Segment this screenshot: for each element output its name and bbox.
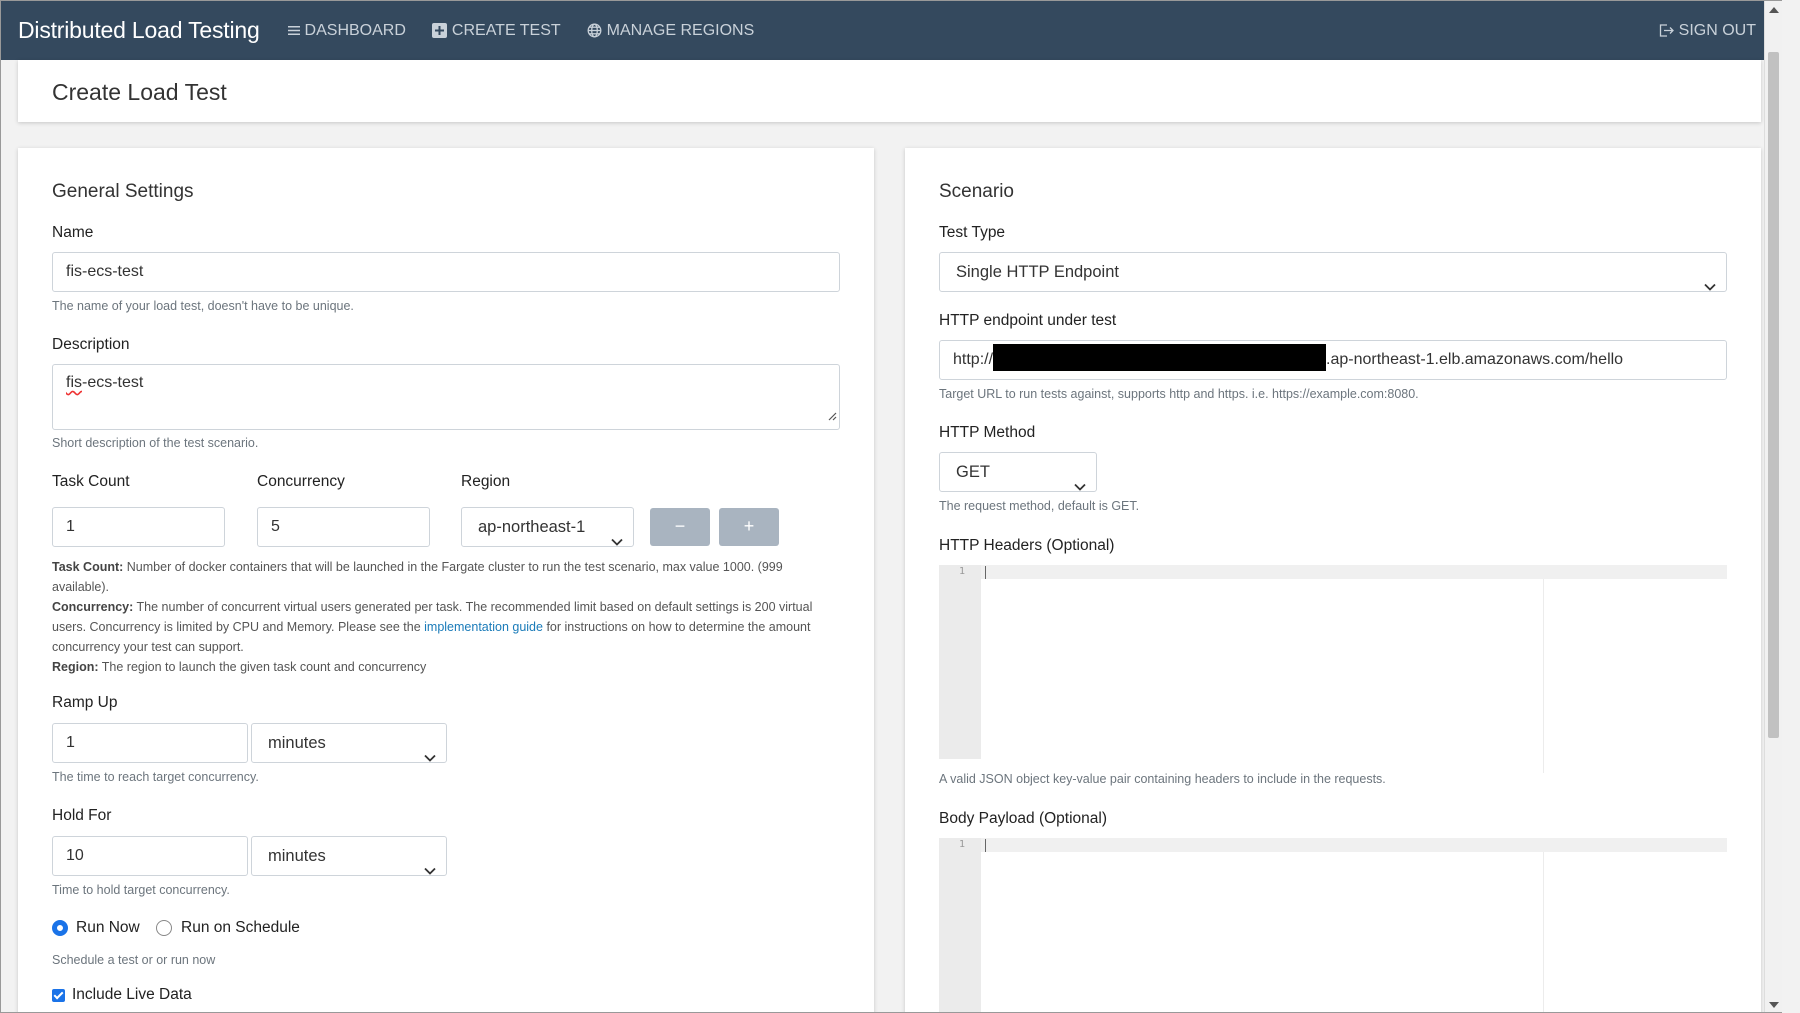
nav-sign-out-label: SIGN OUT [1678, 21, 1756, 39]
chevron-down-icon [424, 851, 436, 889]
print-margin [1543, 579, 1544, 773]
page-title: Create Load Test [52, 79, 227, 105]
region-select[interactable]: ap-northeast-1 [461, 507, 634, 547]
ramp-up-unit-select[interactable]: minutes [251, 723, 447, 763]
hold-for-label: Hold For [52, 807, 112, 824]
include-live-data-label[interactable]: Include Live Data [72, 986, 192, 1004]
globe-icon [587, 23, 602, 38]
sign-out-icon [1659, 24, 1674, 37]
description-text: -ecs-test [82, 374, 144, 391]
endpoint-suffix: .ap-northeast-1.elb.amazonaws.com/hello [1326, 351, 1624, 368]
general-settings-card: General Settings Name fis-ecs-test The n… [18, 148, 874, 1012]
concurrency-input[interactable]: 5 [257, 507, 430, 547]
body-payload-label: Body Payload (Optional) [939, 810, 1108, 827]
redacted-hostname [993, 344, 1327, 372]
settings-help-block: Task Count: Number of docker containers … [52, 557, 842, 677]
name-label: Name [52, 224, 94, 241]
scroll-up-icon[interactable] [1769, 7, 1779, 13]
test-type-label: Test Type [939, 224, 1006, 241]
chevron-down-icon [1704, 267, 1716, 305]
concurrency-help-title: Concurrency: [52, 600, 134, 614]
http-method-select[interactable]: GET [939, 452, 1097, 492]
endpoint-prefix: http:// [953, 351, 994, 368]
chevron-down-icon [424, 738, 436, 776]
text-cursor [985, 566, 986, 579]
task-count-help: Number of docker containers that will be… [52, 560, 783, 594]
run-now-radio[interactable] [52, 920, 68, 936]
name-input[interactable]: fis-ecs-test [52, 252, 840, 292]
endpoint-input[interactable]: http:// .ap-northeast-1.elb.amazonaws.com… [939, 340, 1727, 380]
scenario-heading: Scenario [939, 181, 1014, 202]
brand-title[interactable]: Distributed Load Testing [18, 17, 260, 44]
active-line-highlight [939, 838, 1727, 852]
text-cursor [985, 839, 986, 852]
nav-dashboard[interactable]: DASHBOARD [287, 21, 406, 40]
test-type-value: Single HTTP Endpoint [956, 263, 1119, 281]
task-count-help-title: Task Count: [52, 560, 124, 574]
print-margin [1543, 852, 1544, 1012]
scroll-down-icon[interactable] [1769, 1002, 1779, 1008]
page-header-card: Create Load Test [18, 60, 1761, 122]
hold-for-input[interactable]: 10 [52, 836, 248, 876]
line-number: 1 [959, 566, 966, 577]
remove-region-button[interactable]: − [650, 508, 710, 546]
chevron-down-icon [611, 522, 623, 560]
active-line-highlight [939, 565, 1727, 579]
include-live-data-checkbox[interactable] [52, 989, 65, 1002]
region-label: Region [461, 473, 511, 490]
endpoint-help: Target URL to run tests against, support… [939, 387, 1419, 401]
resize-handle-icon[interactable] [827, 407, 837, 427]
region-help-title: Region: [52, 660, 99, 674]
ramp-up-label: Ramp Up [52, 694, 118, 711]
page-scrollbar[interactable] [1764, 1, 1782, 1012]
run-on-schedule-label[interactable]: Run on Schedule [181, 919, 300, 937]
scenario-card: Scenario Test Type Single HTTP Endpoint … [905, 148, 1761, 1012]
test-type-select[interactable]: Single HTTP Endpoint [939, 252, 1727, 292]
plus-square-icon [431, 23, 447, 38]
description-help: Short description of the test scenario. [52, 436, 259, 450]
add-region-button[interactable]: + [719, 508, 779, 546]
http-headers-label: HTTP Headers (Optional) [939, 537, 1115, 554]
ramp-up-help: The time to reach target concurrency. [52, 770, 259, 784]
description-label: Description [52, 336, 130, 353]
editor-gutter [939, 565, 981, 759]
schedule-help: Schedule a test or or run now [52, 953, 216, 967]
nav-manage-regions[interactable]: MANAGE REGIONS [587, 21, 755, 40]
hold-for-help: Time to hold target concurrency. [52, 883, 230, 897]
task-count-input[interactable]: 1 [52, 507, 225, 547]
region-help: The region to launch the given task coun… [98, 660, 427, 674]
name-help: The name of your load test, doesn't have… [52, 299, 354, 313]
general-settings-heading: General Settings [52, 181, 194, 202]
scroll-thumb[interactable] [1768, 52, 1779, 738]
run-on-schedule-radio[interactable] [156, 920, 172, 936]
implementation-guide-link[interactable]: implementation guide [424, 620, 543, 634]
http-headers-help: A valid JSON object key-value pair conta… [939, 772, 1386, 786]
editor-gutter [939, 838, 981, 1012]
nav-create-test-label: CREATE TEST [451, 21, 561, 39]
http-method-help: The request method, default is GET. [939, 499, 1140, 513]
description-text-misspelled: fis [66, 374, 82, 391]
ramp-up-input[interactable]: 1 [52, 723, 248, 763]
hold-for-unit-select[interactable]: minutes [251, 836, 447, 876]
run-now-label[interactable]: Run Now [76, 919, 140, 937]
nav-create-test[interactable]: CREATE TEST [431, 21, 561, 40]
region-select-value: ap-northeast-1 [478, 518, 586, 536]
http-headers-editor[interactable]: 1 [939, 565, 1727, 773]
top-navbar: Distributed Load Testing DASHBOARD CREAT… [1, 1, 1782, 60]
task-count-label: Task Count [52, 473, 130, 490]
http-method-value: GET [956, 463, 990, 481]
browser-viewport: Distributed Load Testing DASHBOARD CREAT… [0, 0, 1782, 1013]
endpoint-label: HTTP endpoint under test [939, 312, 1117, 329]
concurrency-label: Concurrency [257, 473, 345, 490]
nav-dashboard-label: DASHBOARD [304, 21, 406, 39]
http-method-label: HTTP Method [939, 424, 1036, 441]
hold-for-unit-value: minutes [268, 847, 326, 865]
body-payload-editor[interactable]: 1 [939, 838, 1727, 1012]
nav-manage-regions-label: MANAGE REGIONS [606, 21, 755, 39]
line-number: 1 [959, 839, 966, 850]
ramp-up-unit-value: minutes [268, 734, 326, 752]
list-icon [287, 25, 300, 36]
description-textarea[interactable]: fis-ecs-test [52, 364, 840, 430]
nav-sign-out[interactable]: SIGN OUT [1659, 22, 1756, 40]
